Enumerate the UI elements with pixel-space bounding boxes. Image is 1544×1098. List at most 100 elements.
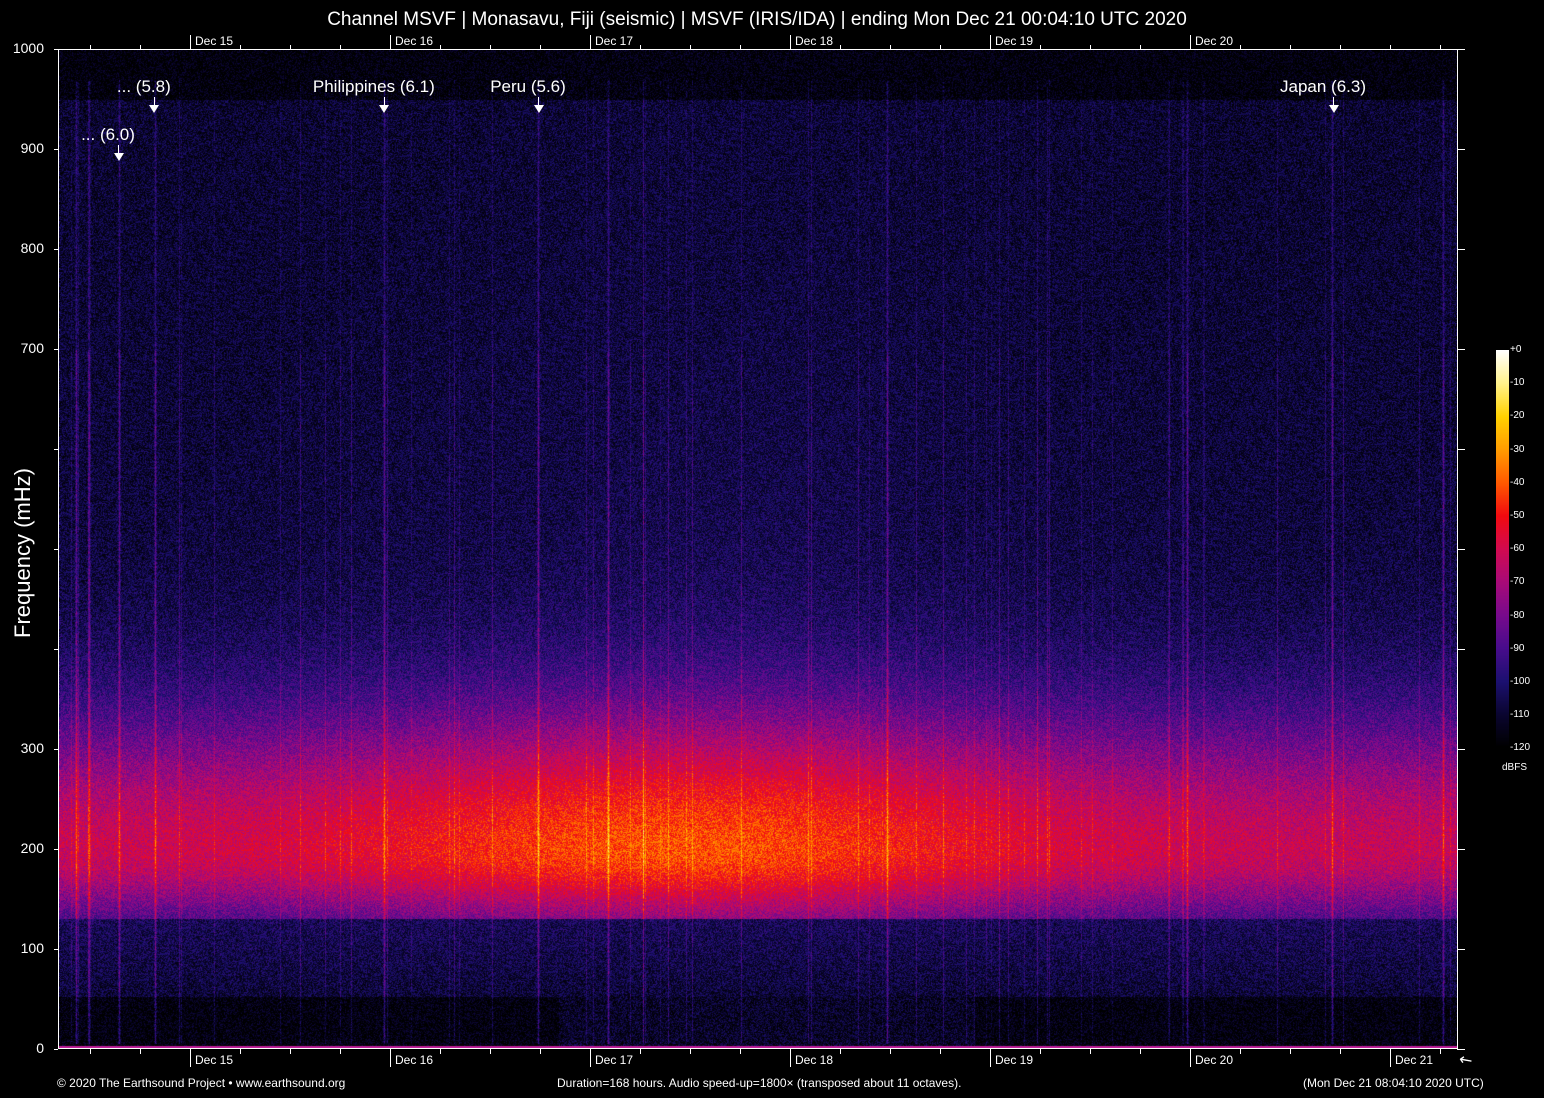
x-major-tick-bottom [790, 1049, 791, 1067]
event-arrow-line [538, 97, 539, 105]
colorbar-tick-label: -110 [1510, 709, 1530, 721]
colorbar-tick-label: -120 [1510, 742, 1531, 754]
x-minor-tick-bottom [1340, 1049, 1341, 1054]
colorbar-tick-label: -40 [1510, 476, 1525, 488]
y-tick-right [1457, 649, 1465, 650]
x-major-tick-bottom [1190, 1049, 1191, 1067]
x-minor-tick-top [890, 45, 891, 49]
x-minor-tick-top [1240, 45, 1241, 49]
x-minor-tick-bottom [340, 1049, 341, 1054]
y-tick-left [54, 649, 58, 650]
x-minor-tick-top [1290, 45, 1291, 49]
x-tick-label: Dec 15 [195, 1053, 234, 1067]
y-tick-right [1457, 849, 1465, 850]
x-minor-tick-top [90, 45, 91, 49]
x-top-tick-label: Dec 18 [795, 34, 834, 48]
colorbar-tick-label: -70 [1510, 576, 1525, 588]
y-tick-right [1457, 549, 1465, 550]
y-tick-left [54, 949, 58, 950]
y-tick-left [54, 349, 58, 350]
y-tick-right [1457, 349, 1465, 350]
colorbar-tick-label: -50 [1510, 510, 1525, 521]
event-label: ... (6.0) [81, 125, 135, 144]
x-minor-tick-top [1390, 45, 1391, 49]
x-major-tick-bottom [1390, 1049, 1391, 1067]
x-minor-tick-bottom [490, 1049, 491, 1054]
x-minor-tick-bottom [840, 1049, 841, 1054]
x-minor-tick-bottom [690, 1049, 691, 1054]
y-tick-left [54, 549, 58, 550]
x-major-tick-bottom [990, 1049, 991, 1067]
x-minor-tick-top [540, 45, 541, 49]
footer-timestamp: (Mon Dec 21 08:04:10 2020 UTC) [1303, 1076, 1484, 1090]
x-tick-label: Dec 17 [595, 1053, 634, 1067]
y-tick-left [54, 149, 58, 150]
x-minor-tick-top [840, 45, 841, 49]
y-axis-label: Frequency (mHz) [10, 468, 35, 638]
x-minor-tick-bottom [1240, 1049, 1241, 1054]
event-arrow-icon [379, 105, 390, 113]
x-minor-tick-bottom [540, 1049, 541, 1054]
event-arrow-icon [149, 105, 160, 113]
x-minor-tick-bottom [290, 1049, 291, 1054]
footer-copyright: © 2020 The Earthsound Project • www.eart… [57, 1076, 346, 1090]
y-tick-left [54, 249, 58, 250]
x-tick-label: Dec 20 [1195, 1053, 1234, 1067]
colorbar [1496, 350, 1509, 748]
event-label: Philippines (6.1) [312, 77, 435, 96]
x-minor-tick-top [290, 45, 291, 49]
x-tick-label: Dec 18 [795, 1053, 834, 1067]
x-tick-label: Dec 19 [995, 1053, 1034, 1067]
event-label: Peru (5.6) [490, 77, 566, 96]
x-minor-tick-top [1340, 45, 1341, 49]
x-minor-tick-bottom [1440, 1049, 1441, 1054]
x-major-tick-top [590, 35, 591, 49]
event-arrow-icon [533, 105, 544, 113]
x-minor-tick-top [490, 45, 491, 49]
x-minor-tick-bottom [740, 1049, 741, 1054]
colorbar-tick-label: -60 [1510, 543, 1525, 555]
event-arrow-line [1333, 97, 1334, 105]
x-minor-tick-top [640, 45, 641, 49]
x-major-tick-top [190, 35, 191, 49]
footer-duration: Duration=168 hours. Audio speed-up=1800×… [557, 1076, 962, 1090]
y-tick-label: 100 [20, 940, 44, 956]
event-arrow-line [383, 97, 385, 105]
colorbar-unit: dBFS [1502, 762, 1528, 773]
x-minor-tick-bottom [1040, 1049, 1041, 1054]
x-minor-tick-top [940, 45, 941, 49]
y-tick-left [54, 849, 58, 850]
chart-title: Channel MSVF | Monasavu, Fiji (seismic) … [327, 9, 1187, 30]
cursor-arrow-icon: ↖ [1455, 1049, 1477, 1072]
x-minor-tick-top [140, 45, 141, 49]
y-tick-label: 800 [20, 240, 44, 256]
colorbar-tick-label: -80 [1510, 609, 1525, 621]
x-minor-tick-bottom [1090, 1049, 1091, 1054]
x-major-tick-bottom [390, 1049, 391, 1067]
event-arrow-line [118, 145, 119, 153]
x-top-tick-label: Dec 20 [1195, 34, 1234, 48]
y-tick-label: 700 [20, 340, 44, 356]
x-tick-label: Dec 21 [1395, 1053, 1434, 1067]
x-minor-tick-top [340, 45, 341, 49]
y-tick-label: 0 [36, 1040, 44, 1056]
x-major-tick-top [990, 35, 991, 49]
y-tick-right [1457, 49, 1465, 50]
y-tick-label: 300 [20, 740, 44, 756]
y-tick-right [1457, 449, 1465, 450]
x-tick-label: Dec 16 [395, 1053, 434, 1067]
x-minor-tick-bottom [890, 1049, 891, 1054]
x-minor-tick-bottom [140, 1049, 141, 1054]
colorbar-tick-label: -10 [1510, 377, 1525, 389]
y-tick-label: 900 [20, 140, 44, 156]
x-minor-tick-top [1040, 45, 1041, 49]
x-major-tick-bottom [590, 1049, 591, 1067]
x-minor-tick-top [1440, 45, 1441, 49]
x-minor-tick-bottom [90, 1049, 91, 1054]
x-major-tick-top [790, 35, 791, 49]
y-tick-right [1457, 749, 1465, 750]
colorbar-tick-label: +0 [1510, 344, 1522, 355]
x-minor-tick-top [240, 45, 241, 49]
x-top-tick-label: Dec 16 [395, 34, 434, 48]
plot-frame [58, 49, 1458, 1049]
